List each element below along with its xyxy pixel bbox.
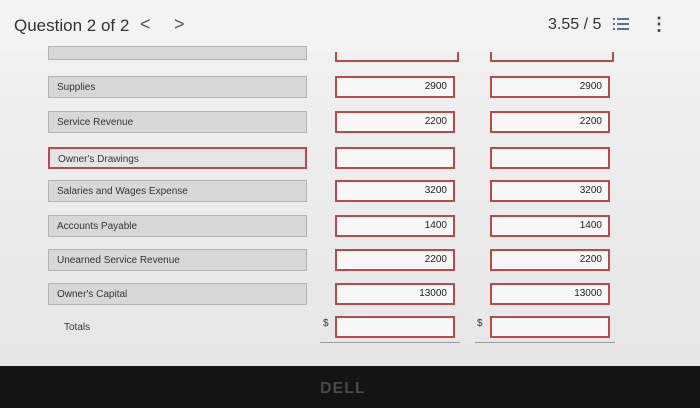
account-field-owners-capital[interactable]: Owner's Capital bbox=[48, 283, 307, 305]
debit-total-underline bbox=[320, 342, 460, 343]
previous-question-button[interactable]: < bbox=[140, 14, 151, 35]
credit-field-unearned-service-revenue[interactable]: 2200 bbox=[490, 249, 610, 271]
monitor-bezel: DELL bbox=[0, 366, 700, 408]
debit-total-field[interactable] bbox=[335, 316, 455, 338]
account-field-salaries-wages[interactable]: Salaries and Wages Expense bbox=[48, 180, 307, 202]
account-field-service-revenue[interactable]: Service Revenue bbox=[48, 111, 307, 133]
next-question-button[interactable]: > bbox=[174, 14, 185, 35]
credit-field-owners-drawings[interactable] bbox=[490, 147, 610, 169]
question-count: Question 2 of 2 bbox=[14, 16, 130, 35]
account-field-supplies[interactable]: Supplies bbox=[48, 76, 307, 98]
debit-field-salaries-wages[interactable]: 3200 bbox=[335, 180, 455, 202]
credit-field-accounts-payable[interactable]: 1400 bbox=[490, 215, 610, 237]
debit-total-currency: $ bbox=[323, 318, 329, 329]
debit-field-owners-capital[interactable]: 13000 bbox=[335, 283, 455, 305]
score-display: 3.55 / 5 bbox=[548, 16, 602, 33]
previous-debit-field[interactable] bbox=[335, 52, 459, 62]
debit-field-owners-drawings[interactable] bbox=[335, 147, 455, 169]
account-field-accounts-payable[interactable]: Accounts Payable bbox=[48, 215, 307, 237]
credit-field-service-revenue[interactable]: 2200 bbox=[490, 111, 610, 133]
credit-field-salaries-wages[interactable]: 3200 bbox=[490, 180, 610, 202]
previous-credit-field[interactable] bbox=[490, 52, 614, 62]
debit-field-accounts-payable[interactable]: 1400 bbox=[335, 215, 455, 237]
account-field-unearned-service-revenue[interactable]: Unearned Service Revenue bbox=[48, 249, 307, 271]
list-icon[interactable] bbox=[612, 15, 630, 33]
debit-field-service-revenue[interactable]: 2200 bbox=[335, 111, 455, 133]
debit-field-unearned-service-revenue[interactable]: 2200 bbox=[335, 249, 455, 271]
trial-balance-area: Supplies 2900 2900 Service Revenue 2200 … bbox=[0, 46, 700, 366]
more-options-icon[interactable]: ⋮ bbox=[650, 14, 668, 35]
credit-field-supplies[interactable]: 2900 bbox=[490, 76, 610, 98]
previous-account-field[interactable] bbox=[48, 46, 307, 60]
account-field-owners-drawings[interactable]: Owner's Drawings bbox=[48, 147, 307, 169]
credit-total-field[interactable] bbox=[490, 316, 610, 338]
debit-field-supplies[interactable]: 2900 bbox=[335, 76, 455, 98]
credit-field-owners-capital[interactable]: 13000 bbox=[490, 283, 610, 305]
credit-total-currency: $ bbox=[477, 318, 483, 329]
brand-logo: DELL bbox=[320, 380, 366, 397]
totals-label: Totals bbox=[64, 322, 91, 333]
credit-total-underline bbox=[475, 342, 615, 343]
